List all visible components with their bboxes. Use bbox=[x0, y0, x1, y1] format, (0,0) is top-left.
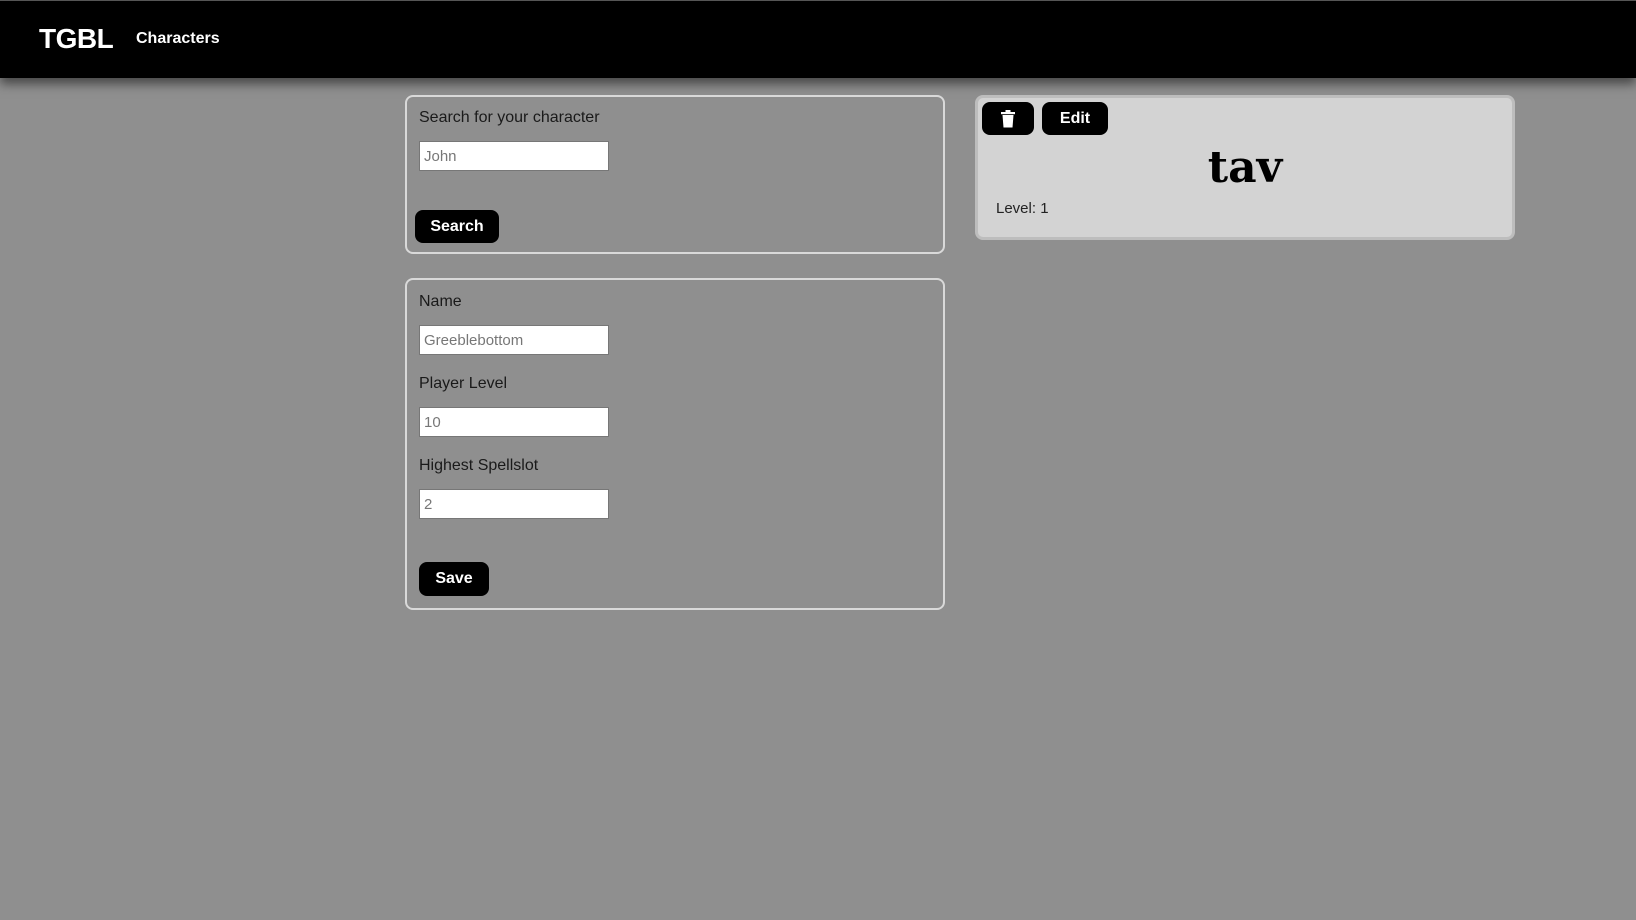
trash-icon bbox=[1001, 109, 1015, 127]
character-card: Edit tav Level: 1 bbox=[975, 95, 1515, 240]
player-level-label: Player Level bbox=[419, 375, 508, 392]
player-level-input[interactable] bbox=[419, 407, 609, 437]
nav-link-characters[interactable]: Characters bbox=[136, 30, 220, 48]
edit-button[interactable]: Edit bbox=[1042, 102, 1108, 135]
search-label: Search for your character bbox=[419, 109, 600, 126]
search-input[interactable] bbox=[419, 141, 609, 171]
search-panel: Search for your character Search bbox=[405, 95, 945, 254]
top-navbar: TGBL Characters bbox=[0, 0, 1636, 78]
character-form-panel: Name Player Level Highest Spellslot Save bbox=[405, 278, 945, 610]
spellslot-label: Highest Spellslot bbox=[419, 457, 539, 474]
search-button[interactable]: Search bbox=[415, 210, 499, 243]
delete-button[interactable] bbox=[982, 102, 1034, 135]
character-name: tav bbox=[1207, 142, 1283, 193]
name-label: Name bbox=[419, 293, 462, 310]
name-input[interactable] bbox=[419, 325, 609, 355]
character-level: Level: 1 bbox=[996, 200, 1049, 217]
brand-logo[interactable]: TGBL bbox=[39, 23, 114, 55]
spellslot-input[interactable] bbox=[419, 489, 609, 519]
save-button[interactable]: Save bbox=[419, 562, 489, 596]
